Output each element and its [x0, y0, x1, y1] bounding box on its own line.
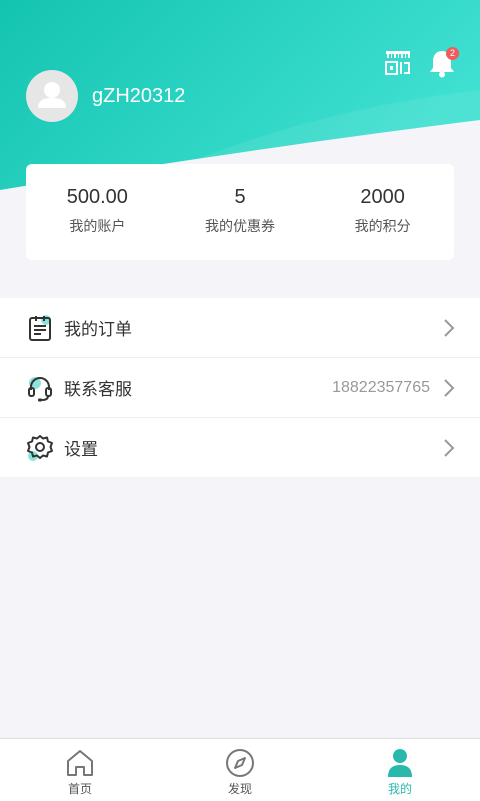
menu-item-settings[interactable]: 设置	[0, 418, 480, 477]
stat-coupons-label: 我的优惠券	[205, 219, 275, 235]
tab-discover[interactable]: 发现	[160, 739, 320, 801]
menu-list: 我的订单 联系客服 18822357765 设置	[0, 298, 480, 477]
person-icon	[388, 749, 412, 777]
chevron-right-icon	[444, 318, 455, 337]
stat-account-label: 我的账户	[69, 219, 126, 235]
stat-points[interactable]: 2000 我的积分	[311, 164, 454, 260]
avatar[interactable]	[26, 70, 78, 122]
stat-coupons[interactable]: 5 我的优惠券	[169, 164, 312, 260]
username: gZH20312	[92, 85, 186, 107]
stats-card: 500.00 我的账户 5 我的优惠券 2000 我的积分	[26, 164, 454, 260]
chevron-right-icon	[444, 378, 455, 397]
tab-home-label: 首页	[67, 782, 92, 796]
gear-icon	[27, 435, 53, 461]
scan-code-icon[interactable]	[385, 50, 411, 76]
chevron-right-icon	[444, 438, 455, 457]
tab-me-label: 我的	[387, 782, 412, 796]
menu-item-orders[interactable]: 我的订单	[0, 298, 480, 358]
notification-badge: 2	[446, 47, 459, 60]
menu-item-orders-label: 我的订单	[64, 320, 132, 340]
stat-points-label: 我的积分	[354, 219, 411, 235]
stat-account-value: 500.00	[66, 186, 128, 208]
support-phone-number[interactable]: 18822357765	[332, 379, 430, 397]
headset-icon	[28, 377, 52, 402]
stat-account[interactable]: 500.00 我的账户	[26, 164, 169, 260]
home-icon	[67, 750, 93, 776]
menu-item-settings-label: 设置	[64, 440, 98, 460]
order-list-icon	[29, 315, 51, 341]
stat-coupons-value: 5	[234, 186, 246, 208]
bottom-tab-bar: 首页 发现 我的	[0, 738, 480, 801]
stat-points-value: 2000	[360, 186, 405, 208]
menu-item-support-label: 联系客服	[64, 380, 132, 400]
default-avatar-icon	[38, 82, 66, 108]
tab-me[interactable]: 我的	[320, 739, 480, 801]
tab-discover-label: 发现	[227, 782, 252, 796]
menu-item-support[interactable]: 联系客服 18822357765	[0, 358, 480, 418]
tab-home[interactable]: 首页	[0, 739, 160, 801]
profile-header: 2 gZH20312	[0, 0, 480, 190]
compass-icon	[226, 749, 254, 777]
